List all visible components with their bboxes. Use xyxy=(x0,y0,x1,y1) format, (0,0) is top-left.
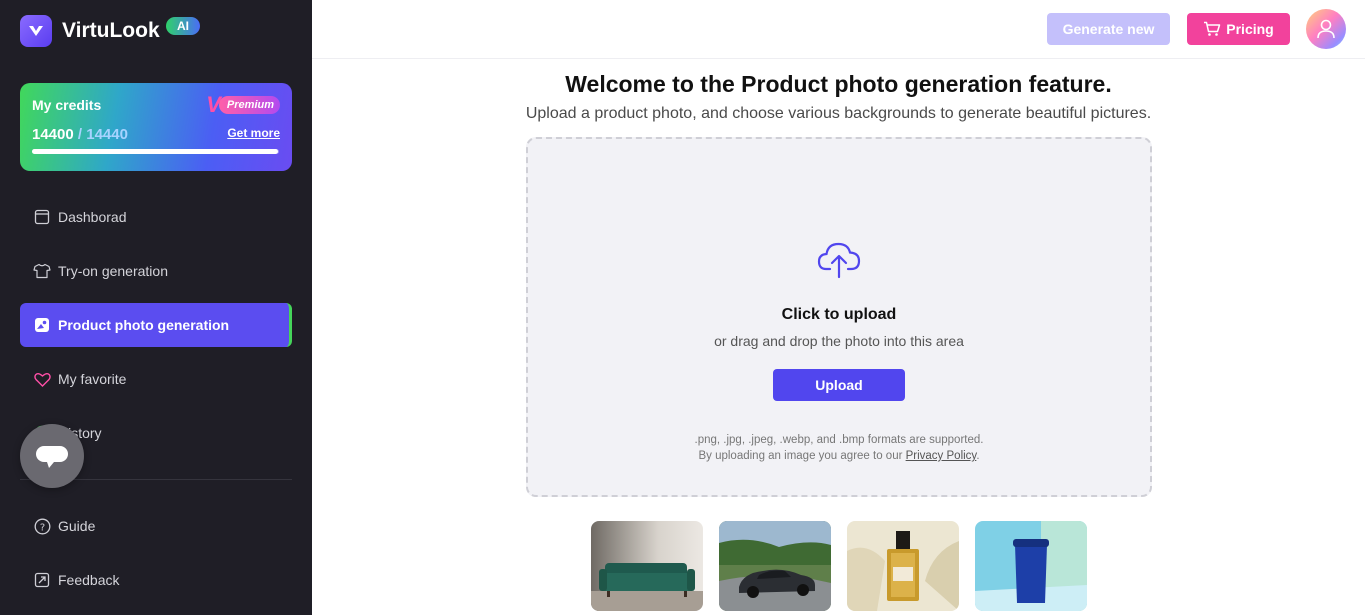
sidebar-item-dashboard[interactable]: Dashborad xyxy=(20,195,292,239)
logo-icon xyxy=(20,15,52,47)
sidebar-item-favorite[interactable]: My favorite xyxy=(20,357,292,401)
sidebar-item-try-on[interactable]: Try-on generation xyxy=(20,249,292,293)
upload-dropzone[interactable]: Click to upload or drag and drop the pho… xyxy=(526,137,1152,497)
product-photo-icon xyxy=(33,316,51,334)
generate-new-button[interactable]: Generate new xyxy=(1047,13,1170,45)
privacy-agreement-text: By uploading an image you agree to our P… xyxy=(528,450,1150,462)
page-subtitle: Upload a product photo, and choose vario… xyxy=(525,105,1152,122)
sidebar: VirtuLook AI My credits V Premium 14400 … xyxy=(0,0,312,615)
user-icon xyxy=(1317,19,1335,39)
credits-total: 14440 xyxy=(86,126,128,143)
cart-icon xyxy=(1204,21,1221,36)
pricing-button[interactable]: Pricing xyxy=(1187,13,1290,45)
privacy-policy-link[interactable]: Privacy Policy xyxy=(906,450,977,462)
sample-perfume-image[interactable] xyxy=(847,521,959,611)
drag-drop-hint: or drag and drop the photo into this are… xyxy=(714,333,964,349)
page-title: Welcome to the Product photo generation … xyxy=(565,71,1112,97)
feedback-icon xyxy=(33,571,51,589)
sidebar-item-label: My favorite xyxy=(58,371,127,387)
cloud-upload-icon xyxy=(817,239,861,284)
premium-badge: V Premium xyxy=(206,94,280,116)
click-to-upload-text[interactable]: Click to upload xyxy=(528,306,1150,324)
supported-formats-text: .png, .jpg, .jpeg, .webp, and .bmp forma… xyxy=(694,434,984,446)
credits-title: My credits xyxy=(32,97,102,113)
sample-car-image[interactable] xyxy=(719,521,831,611)
sidebar-item-label: Guide xyxy=(58,518,96,534)
sidebar-item-guide[interactable]: ? Guide xyxy=(20,504,292,548)
premium-label: Premium xyxy=(218,96,280,114)
agree-suffix: . xyxy=(976,450,980,462)
sidebar-item-label: Dashborad xyxy=(58,209,127,225)
credits-value: 14400 / 14440 xyxy=(32,126,128,143)
ai-badge: AI xyxy=(166,17,200,35)
brand-name: VirtuLook xyxy=(62,19,160,42)
dashboard-icon xyxy=(33,208,51,226)
chat-icon xyxy=(36,446,68,468)
top-bar: Generate new Pricing xyxy=(312,0,1365,59)
sidebar-item-label: Product photo generation xyxy=(58,317,230,333)
credits-used: 14400 xyxy=(32,126,74,143)
heart-icon xyxy=(33,370,51,388)
sidebar-item-label: Try-on generation xyxy=(58,263,168,279)
tshirt-icon xyxy=(33,262,51,280)
agree-prefix: By uploading an image you agree to our xyxy=(698,450,906,462)
chat-bubble-button[interactable] xyxy=(20,424,84,488)
pricing-label: Pricing xyxy=(1226,21,1274,37)
svg-text:?: ? xyxy=(39,522,44,533)
credits-progress-bar xyxy=(32,149,279,154)
question-icon: ? xyxy=(33,517,51,535)
sidebar-item-product-photo[interactable]: Product photo generation xyxy=(20,303,292,347)
sidebar-item-label: Feedback xyxy=(58,572,120,588)
credits-card: My credits V Premium 14400 / 14440 Get m… xyxy=(20,83,292,171)
credits-progress-fill xyxy=(32,149,279,154)
sidebar-item-feedback[interactable]: Feedback xyxy=(20,558,292,602)
upload-button[interactable]: Upload xyxy=(773,369,905,401)
avatar[interactable] xyxy=(1306,9,1346,49)
sample-sofa-image[interactable] xyxy=(591,521,703,611)
credits-separator: / xyxy=(73,126,87,143)
sample-cup-image[interactable] xyxy=(975,521,1087,611)
brand[interactable]: VirtuLook AI xyxy=(20,15,200,47)
get-more-link[interactable]: Get more xyxy=(227,126,280,140)
